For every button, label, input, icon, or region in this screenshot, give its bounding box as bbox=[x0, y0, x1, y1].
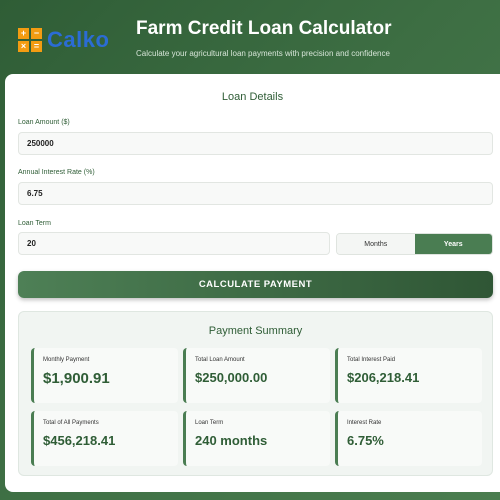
page-title: Farm Credit Loan Calculator bbox=[136, 18, 392, 39]
stat-value: $1,900.91 bbox=[43, 370, 110, 387]
months-option[interactable]: Months bbox=[337, 234, 415, 254]
calculator-card: Loan Details Loan Amount ($) 250000 Annu… bbox=[5, 74, 500, 492]
calko-logo[interactable]: + − × = Calko bbox=[18, 28, 109, 52]
loan-details-heading: Loan Details bbox=[221, 91, 284, 103]
payment-summary-panel: Payment Summary Monthly Payment $1,900.9… bbox=[18, 311, 493, 476]
stat-value: 240 months bbox=[195, 433, 268, 448]
loan-amount-label: Loan Amount ($) bbox=[18, 119, 70, 126]
equals-symbol: = bbox=[31, 41, 42, 52]
stat-value: $206,218.41 bbox=[347, 370, 420, 385]
stat-label: Loan Term bbox=[195, 420, 224, 426]
stat-value: 6.75% bbox=[347, 433, 384, 448]
interest-rate-stat: Interest Rate 6.75% bbox=[335, 411, 482, 466]
stat-value: $456,218.41 bbox=[43, 433, 116, 448]
interest-rate-label: Annual Interest Rate (%) bbox=[18, 169, 95, 176]
stat-label: Monthly Payment bbox=[43, 357, 90, 363]
stat-label: Total Loan Amount bbox=[195, 357, 245, 363]
payment-summary-heading: Payment Summary bbox=[208, 325, 303, 337]
loan-term-label: Loan Term bbox=[18, 220, 51, 227]
total-loan-amount-stat: Total Loan Amount $250,000.00 bbox=[183, 348, 330, 403]
loan-term-stat: Loan Term 240 months bbox=[183, 411, 330, 466]
total-payments-stat: Total of All Payments $456,218.41 bbox=[31, 411, 178, 466]
logo-text: Calko bbox=[47, 27, 110, 52]
years-option[interactable]: Years bbox=[414, 234, 492, 254]
stat-value: $250,000.00 bbox=[195, 370, 268, 385]
stat-label: Total Interest Paid bbox=[347, 357, 396, 363]
interest-rate-input[interactable]: 6.75 bbox=[18, 182, 493, 205]
page-subtitle: Calculate your agricultural loan payment… bbox=[136, 49, 390, 58]
term-unit-toggle: Months Years bbox=[336, 233, 493, 255]
app-header: + − × = Calko Farm Credit Loan Calculato… bbox=[0, 0, 500, 74]
loan-amount-input[interactable]: 250000 bbox=[18, 132, 493, 155]
minus-symbol: − bbox=[31, 28, 42, 39]
loan-term-input[interactable]: 20 bbox=[18, 232, 330, 255]
plus-symbol: + bbox=[18, 28, 29, 39]
stat-label: Total of All Payments bbox=[43, 420, 99, 426]
monthly-payment-stat: Monthly Payment $1,900.91 bbox=[31, 348, 178, 403]
total-interest-paid-stat: Total Interest Paid $206,218.41 bbox=[335, 348, 482, 403]
times-symbol: × bbox=[18, 41, 29, 52]
stat-label: Interest Rate bbox=[347, 420, 382, 426]
calculator-icon: + − × = bbox=[18, 28, 42, 52]
calculate-payment-button[interactable]: CALCULATE PAYMENT bbox=[18, 271, 493, 298]
